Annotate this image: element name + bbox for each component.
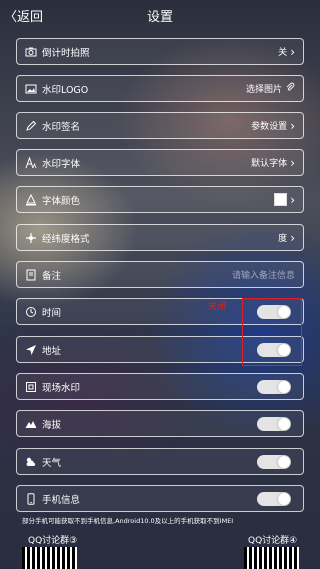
row-label: 备注 <box>42 270 62 282</box>
row-label: 手机信息 <box>42 494 81 506</box>
location-icon <box>20 344 42 356</box>
row-value: 度 <box>278 234 288 244</box>
row-label: 现场水印 <box>42 382 81 394</box>
row-label: 水印字体 <box>42 158 81 170</box>
toggle-knob <box>278 492 290 505</box>
row-note: 备注 请输入备注信息 <box>16 261 304 288</box>
row-label: 水印LOGO <box>42 84 89 96</box>
qr-code-left <box>22 547 77 569</box>
row-label: 水印签名 <box>42 121 81 133</box>
row-phone-info: 手机信息 <box>16 485 304 512</box>
annotation-label: 关闭 <box>208 302 227 312</box>
row-label: 时间 <box>42 307 62 319</box>
altitude-toggle[interactable] <box>257 416 291 431</box>
row-countdown[interactable]: 倒计时拍照 关 › <box>16 38 304 65</box>
mountain-icon <box>20 418 42 430</box>
weather-icon <box>20 456 42 468</box>
annotation-highlight-box <box>242 298 302 366</box>
row-font[interactable]: 水印字体 默认字体 › <box>16 149 304 176</box>
toggle-knob <box>278 417 290 430</box>
phone-info-toggle[interactable] <box>257 491 291 506</box>
toggle-knob <box>278 380 290 393</box>
chevron-right-icon: › <box>290 44 295 59</box>
chevron-right-icon: › <box>290 192 295 207</box>
row-label: 倒计时拍照 <box>42 47 90 59</box>
color-swatch <box>274 193 288 206</box>
note-input[interactable]: 请输入备注信息 <box>232 268 295 281</box>
qq-group-left: QQ讨论群③ <box>28 536 78 546</box>
row-altitude: 海拔 <box>16 410 304 437</box>
note-icon <box>20 269 42 281</box>
camera-icon <box>20 46 42 58</box>
chevron-right-icon: › <box>290 118 295 133</box>
header: 〈返回 设置 <box>0 0 320 30</box>
row-logo[interactable]: 水印LOGO 选择图片 <box>16 75 304 102</box>
row-value: 关 <box>278 48 288 58</box>
qq-group-right: QQ讨论群④ <box>248 536 298 546</box>
row-label: 字体颜色 <box>42 195 81 207</box>
row-label: 地址 <box>42 345 62 357</box>
row-signature[interactable]: 水印签名 参数设置 › <box>16 112 304 139</box>
row-scene-watermark: 现场水印 <box>16 373 304 400</box>
row-coordinate-format[interactable]: 经纬度格式 度 › <box>16 224 304 251</box>
row-weather: 天气 <box>16 448 304 475</box>
row-label: 海拔 <box>42 419 62 431</box>
color-icon <box>20 193 42 206</box>
row-font-color[interactable]: 字体颜色 › <box>16 186 304 213</box>
row-label: 经纬度格式 <box>42 233 90 245</box>
row-value: 选择图片 <box>245 85 282 95</box>
row-value: 默认字体 <box>251 159 288 169</box>
attach-icon <box>285 82 295 95</box>
row-label: 天气 <box>42 457 62 469</box>
weather-toggle[interactable] <box>257 454 291 469</box>
scene-icon <box>20 381 42 393</box>
page-title: 设置 <box>146 10 173 25</box>
coordinates-icon <box>20 232 42 244</box>
chevron-right-icon: › <box>290 155 295 170</box>
clock-icon <box>20 306 42 318</box>
scene-watermark-toggle[interactable] <box>257 379 291 394</box>
toggle-knob <box>278 455 290 468</box>
footnote: 部分手机可能获取不到手机信息,Android10.0及以上的手机获取不到IMEI <box>22 517 234 525</box>
phone-icon <box>20 492 42 505</box>
image-icon <box>20 83 42 95</box>
chevron-right-icon: › <box>290 230 295 245</box>
row-value: 参数设置 <box>251 122 288 132</box>
qr-code-right <box>244 547 299 569</box>
pen-icon <box>20 120 42 132</box>
font-icon <box>20 156 42 169</box>
